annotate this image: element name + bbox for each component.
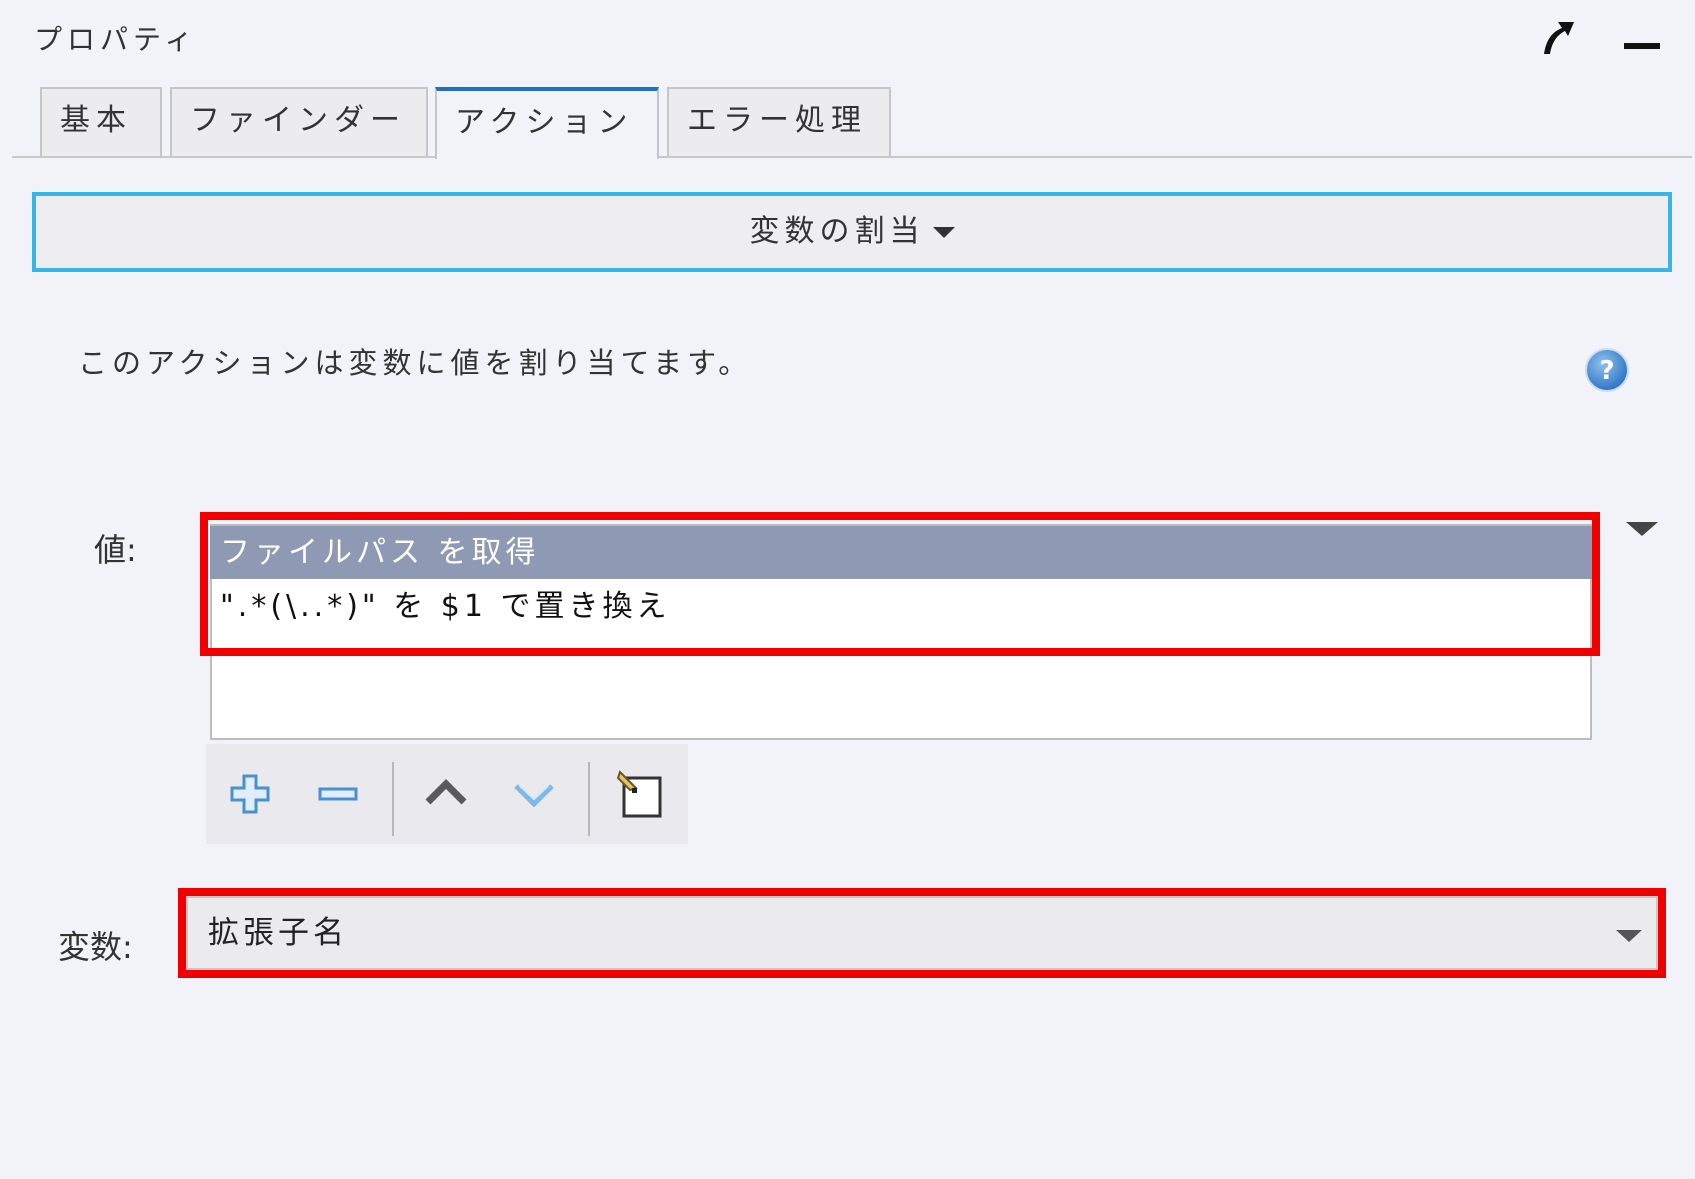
tab-error-handling[interactable]: エラー処理 [667,87,891,156]
action-type-dropdown[interactable]: 変数の割当 [32,192,1672,272]
maximize-icon[interactable] [1540,18,1576,58]
tab-basic[interactable]: 基本 [40,87,162,156]
tab-finder[interactable]: ファインダー [170,87,428,156]
variable-select[interactable]: 拡張子名 [186,896,1658,970]
help-icon[interactable]: ? [1584,347,1630,393]
action-type-label: 変数の割当 [749,214,925,249]
toolbar-separator [392,762,394,836]
svg-text:?: ? [1599,356,1614,386]
value-label: 値: [94,531,137,569]
value-list-item[interactable]: ファイルパス を取得 [210,526,1592,579]
minimize-icon[interactable] [1624,43,1660,49]
variable-label: 変数: [58,928,133,966]
tab-action[interactable]: アクション [435,87,659,159]
minus-icon[interactable] [312,768,364,820]
tabs-divider [12,156,1692,158]
value-dropdown-icon[interactable] [1626,522,1658,536]
action-description: このアクションは変数に値を割り当てます。 [78,346,753,380]
edit-icon[interactable] [616,768,668,820]
plus-icon[interactable] [224,768,276,820]
value-list-item[interactable]: ".*(\..*)" を $1 で置き換え [210,580,1592,633]
caret-down-icon [932,227,955,238]
chevron-down-icon[interactable] [1616,930,1642,942]
chevron-up-icon[interactable] [420,768,472,820]
panel-title: プロパティ [34,23,198,56]
chevron-down-icon[interactable] [508,768,560,820]
toolbar-separator [588,762,590,836]
